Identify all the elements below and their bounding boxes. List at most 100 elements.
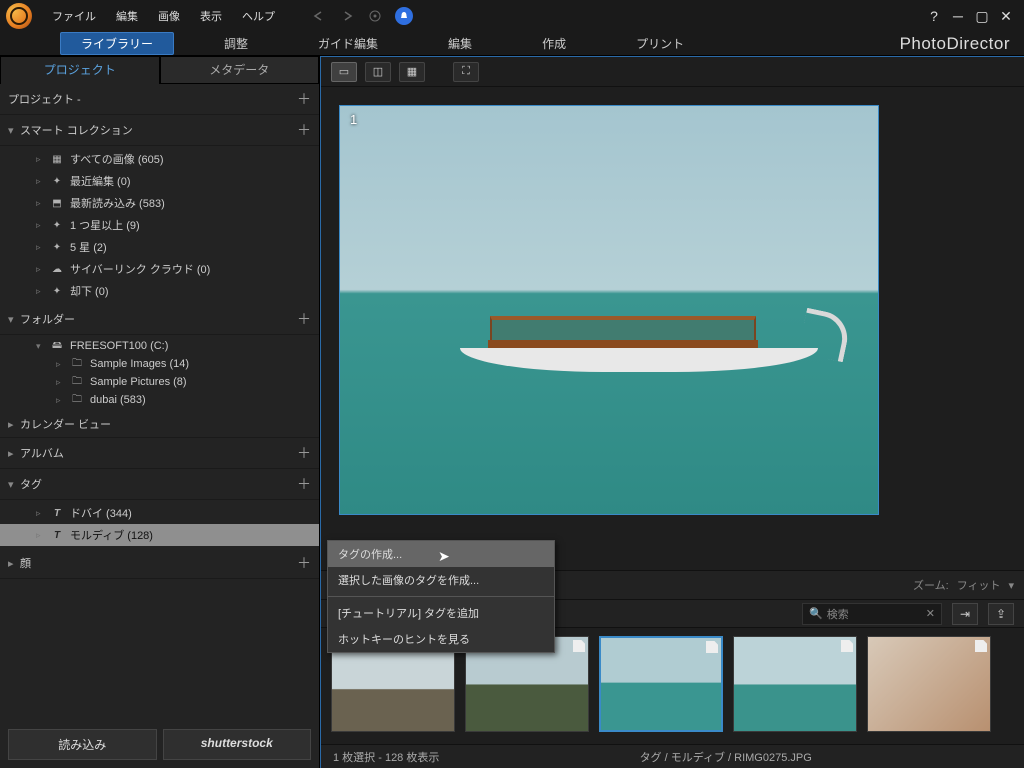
search-icon: 🔍 xyxy=(809,607,823,620)
section-tag[interactable]: ▾ タグ ＋ xyxy=(0,469,319,500)
zoom-value[interactable]: フィット xyxy=(957,577,1001,593)
redo-icon[interactable] xyxy=(339,8,355,24)
app-logo-icon xyxy=(6,3,32,29)
context-menu: タグの作成... 選択した画像のタグを作成... [チュートリアル] タグを追加… xyxy=(327,540,555,653)
close-button[interactable]: ✕ xyxy=(994,8,1018,25)
menu-edit[interactable]: 編集 xyxy=(106,4,148,28)
ctx-create-tag-from-selection[interactable]: 選択した画像のタグを作成... xyxy=(328,567,554,593)
chevron-right-icon: ▸ xyxy=(8,418,20,431)
selection-status: 1 枚選択 - 128 枚表示 xyxy=(333,749,439,765)
folder-icon: 🗀 xyxy=(70,358,84,370)
sidebar: プロジェクト メタデータ プロジェクト - ＋ ▾ スマート コレクション ＋ … xyxy=(0,56,320,768)
section-calendar[interactable]: ▸ カレンダー ビュー xyxy=(0,411,319,438)
smart-item[interactable]: ▹☁サイバーリンク クラウド (0) xyxy=(0,258,319,280)
menu-image[interactable]: 画像 xyxy=(148,4,190,28)
minimize-button[interactable]: ─ xyxy=(946,8,970,24)
section-tag-label: タグ xyxy=(20,476,297,492)
clear-search-icon[interactable]: ✕ xyxy=(926,607,935,620)
mode-guided[interactable]: ガイド編集 xyxy=(298,33,398,54)
thumbnail[interactable] xyxy=(867,636,991,732)
smart-item[interactable]: ▹⬒最新読み込み (583) xyxy=(0,192,319,214)
ctx-hotkey-hint[interactable]: ホットキーのヒントを見る xyxy=(328,626,554,652)
section-album-label: アルバム xyxy=(20,445,297,461)
smart-item[interactable]: ▹✦却下 (0) xyxy=(0,280,319,302)
help-button[interactable]: ? xyxy=(922,8,946,24)
menu-help[interactable]: ヘルプ xyxy=(232,4,285,28)
thumbnail-selected[interactable] xyxy=(599,636,723,732)
tag-tree: ▹Tドバイ (344) ▹Tモルディブ (128) xyxy=(0,500,319,548)
chevron-down-icon: ▾ xyxy=(8,313,20,326)
smart-item[interactable]: ▹✦1 つ星以上 (9) xyxy=(0,214,319,236)
star-icon: ✦ xyxy=(50,241,64,253)
app-name-label: PhotoDirector xyxy=(900,34,1010,54)
view-fullscreen-icon[interactable]: ⛶ xyxy=(453,62,479,82)
tag-item[interactable]: ▹Tドバイ (344) xyxy=(0,502,319,524)
folder-item[interactable]: ▹🗀Sample Images (14) xyxy=(0,355,319,373)
section-folder[interactable]: ▾ フォルダー ＋ xyxy=(0,304,319,335)
folder-item[interactable]: ▹🗀dubai (583) xyxy=(0,391,319,409)
menu-file[interactable]: ファイル xyxy=(42,4,106,28)
folder-tree: ▾🖴FREESOFT100 (C:) ▹🗀Sample Images (14) … xyxy=(0,335,319,411)
smart-item[interactable]: ▹✦最近編集 (0) xyxy=(0,170,319,192)
menu-view[interactable]: 表示 xyxy=(190,4,232,28)
project-root-row[interactable]: プロジェクト - ＋ xyxy=(0,84,319,115)
section-smart-label: スマート コレクション xyxy=(20,122,297,138)
status-bar: 1 枚選択 - 128 枚表示 タグ / モルディブ / RIMG0275.JP… xyxy=(321,744,1024,768)
section-album[interactable]: ▸ アルバム ＋ xyxy=(0,438,319,469)
export-icon[interactable]: ⇥ xyxy=(952,603,978,625)
section-face[interactable]: ▸ 顔 ＋ xyxy=(0,548,319,579)
add-project-icon[interactable]: ＋ xyxy=(297,89,311,109)
chevron-down-icon: ▾ xyxy=(8,124,20,137)
mode-tabs: ライブラリー 調整 ガイド編集 編集 作成 プリント PhotoDirector xyxy=(0,32,1024,56)
images-icon: ▦ xyxy=(50,153,64,165)
ctx-tutorial[interactable]: [チュートリアル] タグを追加 xyxy=(328,600,554,626)
add-face-icon[interactable]: ＋ xyxy=(297,553,311,573)
mode-edit[interactable]: 編集 xyxy=(428,33,492,54)
smart-item[interactable]: ▹▦すべての画像 (605) xyxy=(0,148,319,170)
undo-icon[interactable] xyxy=(311,8,327,24)
chevron-right-icon: ▸ xyxy=(8,557,20,570)
tag-badge-icon xyxy=(841,640,853,652)
chevron-down-icon: ▾ xyxy=(8,478,20,491)
folder-item[interactable]: ▹🗀Sample Pictures (8) xyxy=(0,373,319,391)
drive-icon: 🖴 xyxy=(50,340,64,352)
smart-item[interactable]: ▹✦5 星 (2) xyxy=(0,236,319,258)
photo-index-label: 1 xyxy=(350,112,357,127)
tab-metadata[interactable]: メタデータ xyxy=(160,56,320,84)
zoom-dropdown-icon[interactable]: ▾ xyxy=(1008,579,1014,592)
search-placeholder: 検索 xyxy=(827,606,926,622)
ctx-separator xyxy=(328,596,554,597)
view-single-icon[interactable]: ▭ xyxy=(331,62,357,82)
mode-library[interactable]: ライブラリー xyxy=(60,32,174,55)
view-compare-icon[interactable]: ◫ xyxy=(365,62,391,82)
tag-icon: T xyxy=(50,529,64,541)
import-button[interactable]: 読み込み xyxy=(8,729,157,760)
preview-image[interactable]: 1 xyxy=(339,105,879,515)
tag-item-selected[interactable]: ▹Tモルディブ (128) xyxy=(0,524,319,546)
title-bar: ファイル 編集 画像 表示 ヘルプ ? ─ ▢ ✕ xyxy=(0,0,1024,32)
thumbnail[interactable] xyxy=(733,636,857,732)
add-album-icon[interactable]: ＋ xyxy=(297,443,311,463)
section-smart[interactable]: ▾ スマート コレクション ＋ xyxy=(0,115,319,146)
path-status: タグ / モルディブ / RIMG0275.JPG xyxy=(640,749,812,765)
content-area: ▭ ◫ ▦ ⛶ 1 xyxy=(320,56,1024,768)
tab-project[interactable]: プロジェクト xyxy=(0,56,160,84)
zoom-label: ズーム: xyxy=(913,577,949,593)
ctx-create-tag[interactable]: タグの作成... xyxy=(328,541,554,567)
notification-icon[interactable] xyxy=(395,7,413,25)
search-input[interactable]: 🔍 検索 ✕ xyxy=(802,603,942,625)
mode-print[interactable]: プリント xyxy=(616,33,704,54)
add-folder-icon[interactable]: ＋ xyxy=(297,309,311,329)
shutterstock-button[interactable]: shutterstock xyxy=(163,729,312,760)
mode-adjust[interactable]: 調整 xyxy=(204,33,268,54)
settings-icon[interactable] xyxy=(367,8,383,24)
view-grid-icon[interactable]: ▦ xyxy=(399,62,425,82)
folder-root[interactable]: ▾🖴FREESOFT100 (C:) xyxy=(0,337,319,355)
add-tag-icon[interactable]: ＋ xyxy=(297,474,311,494)
image-viewer[interactable]: 1 xyxy=(321,87,1024,570)
maximize-button[interactable]: ▢ xyxy=(970,8,994,25)
add-smart-icon[interactable]: ＋ xyxy=(297,120,311,140)
share-icon[interactable]: ⇪ xyxy=(988,603,1014,625)
import-icon: ⬒ xyxy=(50,197,64,209)
mode-create[interactable]: 作成 xyxy=(522,33,586,54)
